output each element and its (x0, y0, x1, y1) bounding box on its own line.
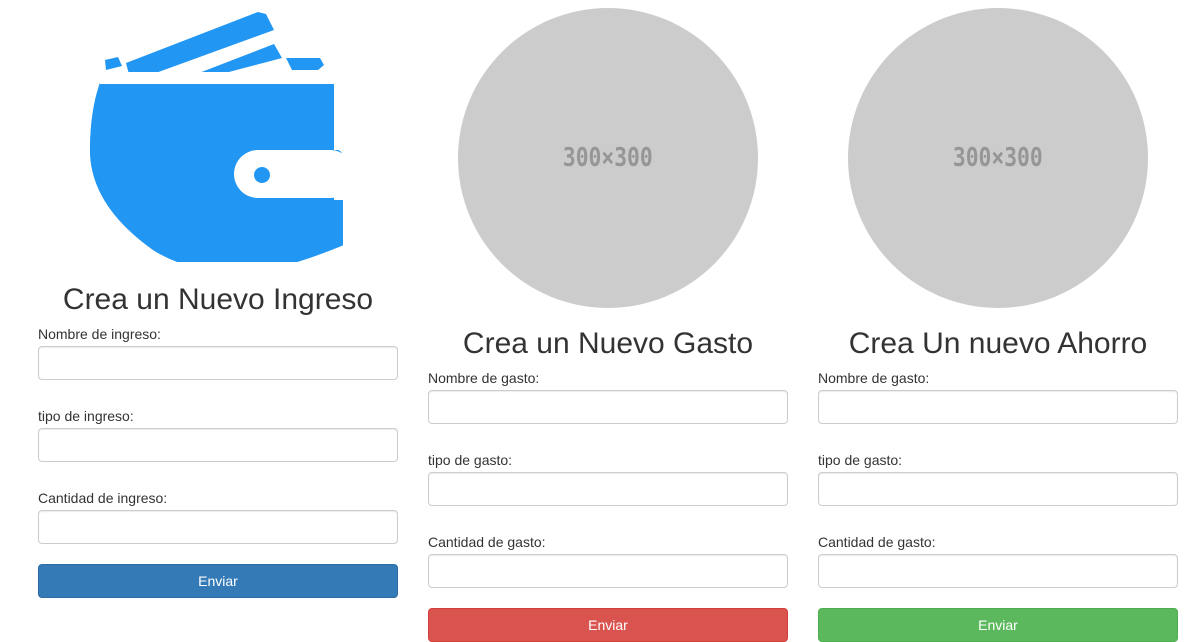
ahorro-panel: 300×300 Crea Un nuevo Ahorro Nombre de g… (818, 0, 1178, 642)
gasto-cantidad-label: Cantidad de gasto: (428, 534, 546, 550)
ingreso-tipo-group: tipo de ingreso: (38, 408, 398, 462)
gasto-cantidad-input[interactable] (428, 554, 788, 588)
ingreso-nombre-input[interactable] (38, 346, 398, 380)
gasto-placeholder-text: 300×300 (563, 143, 653, 173)
ingreso-cantidad-input[interactable] (38, 510, 398, 544)
ahorro-title: Crea Un nuevo Ahorro (848, 327, 1148, 360)
ahorro-submit-button[interactable]: Enviar (818, 608, 1178, 642)
gasto-tipo-input[interactable] (428, 472, 788, 506)
wallet-icon (90, 12, 398, 262)
gasto-placeholder-image: 300×300 (458, 8, 758, 308)
ingreso-tipo-label: tipo de ingreso: (38, 408, 134, 424)
ingreso-panel: Crea un Nuevo Ingreso Nombre de ingreso:… (38, 0, 398, 598)
ingreso-nombre-label: Nombre de ingreso: (38, 326, 161, 342)
ingreso-cantidad-label: Cantidad de ingreso: (38, 490, 168, 506)
gasto-panel: 300×300 Crea un Nuevo Gasto Nombre de ga… (428, 0, 788, 642)
gasto-image: 300×300 (428, 0, 788, 308)
gasto-nombre-group: Nombre de gasto: (428, 370, 788, 424)
ahorro-placeholder-image: 300×300 (848, 8, 1148, 308)
gasto-tipo-group: tipo de gasto: (428, 452, 788, 506)
ingreso-nombre-group: Nombre de ingreso: (38, 326, 398, 380)
gasto-tipo-label: tipo de gasto: (428, 452, 513, 468)
ahorro-cantidad-input[interactable] (818, 554, 1178, 588)
ingreso-image (38, 0, 398, 262)
gasto-nombre-label: Nombre de gasto: (428, 370, 540, 386)
ahorro-nombre-group: Nombre de gasto: (818, 370, 1178, 424)
gasto-title: Crea un Nuevo Gasto (462, 327, 754, 360)
ahorro-cantidad-label: Cantidad de gasto: (818, 534, 936, 550)
ingreso-submit-button[interactable]: Enviar (38, 564, 398, 598)
ahorro-image: 300×300 (818, 0, 1178, 308)
ahorro-tipo-group: tipo de gasto: (818, 452, 1178, 506)
ingreso-tipo-input[interactable] (38, 428, 398, 462)
ingreso-cantidad-group: Cantidad de ingreso: (38, 490, 398, 544)
gasto-cantidad-group: Cantidad de gasto: (428, 534, 788, 588)
ahorro-nombre-input[interactable] (818, 390, 1178, 424)
ahorro-tipo-input[interactable] (818, 472, 1178, 506)
ingreso-title: Crea un Nuevo Ingreso (62, 283, 374, 316)
ahorro-cantidad-group: Cantidad de gasto: (818, 534, 1178, 588)
gasto-submit-button[interactable]: Enviar (428, 608, 788, 642)
gasto-nombre-input[interactable] (428, 390, 788, 424)
ahorro-nombre-label: Nombre de gasto: (818, 370, 930, 386)
ahorro-placeholder-text: 300×300 (953, 143, 1043, 173)
ahorro-tipo-label: tipo de gasto: (818, 452, 903, 468)
